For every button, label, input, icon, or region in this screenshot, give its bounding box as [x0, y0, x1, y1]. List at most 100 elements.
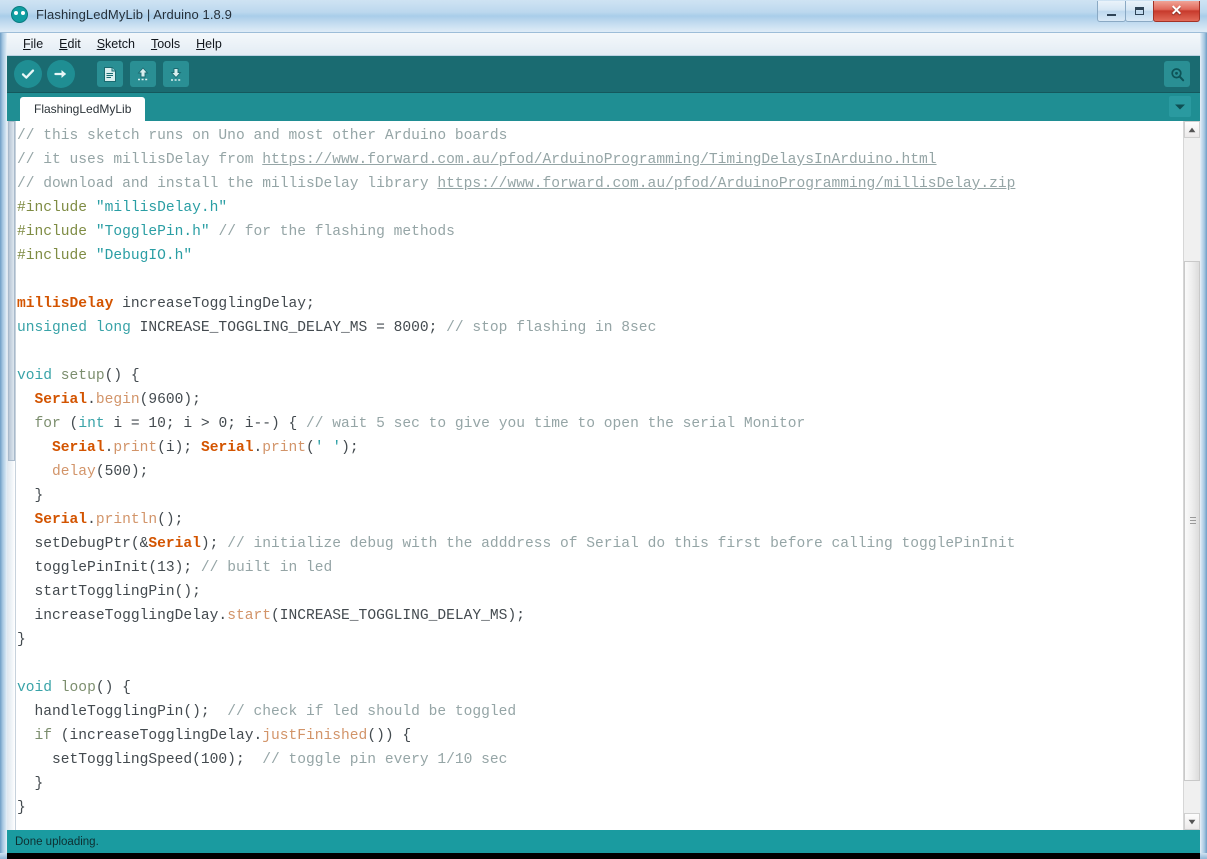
code-token: );	[341, 440, 359, 456]
code-token: // stop flashing in 8sec	[446, 320, 656, 336]
menu-bar: File Edit Sketch Tools Help	[7, 33, 1200, 56]
title-area: FlashingLedMyLib | Arduino 1.8.9	[11, 6, 232, 23]
menu-item-edit[interactable]: Edit	[51, 35, 89, 53]
toolbar-button-group	[14, 60, 189, 88]
code-line: Serial.begin(9600);	[17, 388, 1189, 412]
code-token: startTogglingPin();	[17, 584, 201, 600]
code-token[interactable]: https://www.forward.com.au/pfod/ArduinoP…	[437, 176, 1015, 192]
code-token: Serial	[35, 512, 88, 528]
magnifier-icon	[1169, 66, 1186, 83]
code-token: // download and install the millisDelay …	[17, 176, 437, 192]
code-token: print	[113, 440, 157, 456]
code-token: void	[17, 680, 52, 696]
window-border-left	[0, 0, 7, 859]
code-token: "millisDelay.h"	[96, 200, 227, 216]
code-line: if (increaseTogglingDelay.justFinished()…	[17, 724, 1189, 748]
code-line: millisDelay increaseTogglingDelay;	[17, 292, 1189, 316]
code-editor[interactable]: // this sketch runs on Uno and most othe…	[7, 121, 1200, 830]
code-token: #include	[17, 224, 87, 240]
code-token: .	[253, 440, 262, 456]
code-line: // it uses millisDelay from https://www.…	[17, 148, 1189, 172]
upload-button[interactable]	[47, 60, 75, 88]
code-token: "TogglePin.h"	[96, 224, 210, 240]
title-bar[interactable]: FlashingLedMyLib | Arduino 1.8.9 ✕	[0, 0, 1207, 33]
tab-menu-button[interactable]	[1169, 96, 1191, 117]
editor-left-gutter[interactable]	[7, 121, 16, 830]
menu-item-file[interactable]: File	[15, 35, 51, 53]
code-token: }	[17, 488, 43, 504]
code-token: millisDelay	[17, 296, 113, 312]
verify-button[interactable]	[14, 60, 42, 88]
arrow-up-icon	[135, 66, 151, 83]
code-token: increaseTogglingDelay;	[113, 296, 314, 312]
code-token: delay	[52, 464, 96, 480]
code-token: Serial	[201, 440, 254, 456]
save-sketch-button[interactable]	[163, 61, 189, 87]
open-sketch-button[interactable]	[130, 61, 156, 87]
menu-item-sketch[interactable]: Sketch	[89, 35, 143, 53]
scroll-down-button[interactable]	[1184, 813, 1200, 830]
minimize-button[interactable]	[1097, 1, 1126, 22]
code-token[interactable]: https://www.forward.com.au/pfod/ArduinoP…	[262, 152, 936, 168]
code-token: INCREASE_TOGGLING_DELAY_MS = 8000;	[131, 320, 446, 336]
code-token: setTogglingSpeed(100);	[17, 752, 262, 768]
code-line	[17, 268, 1189, 292]
tab-label: FlashingLedMyLib	[34, 102, 131, 116]
code-token: // wait 5 sec to give you time to open t…	[306, 416, 805, 432]
code-token	[52, 680, 61, 696]
new-file-icon	[102, 66, 118, 83]
code-line: increaseTogglingDelay.start(INCREASE_TOG…	[17, 604, 1189, 628]
code-line: togglePinInit(13); // built in led	[17, 556, 1189, 580]
code-token: println	[96, 512, 157, 528]
code-token: (i);	[157, 440, 201, 456]
close-button[interactable]: ✕	[1153, 1, 1200, 22]
code-token: ' '	[315, 440, 341, 456]
code-token: unsigned	[17, 320, 87, 336]
code-token: // toggle pin every 1/10 sec	[262, 752, 507, 768]
code-token: loop	[61, 680, 96, 696]
code-token: }	[17, 800, 26, 816]
code-token: "DebugIO.h"	[96, 248, 192, 264]
code-token: (9600);	[140, 392, 201, 408]
code-token: () {	[96, 680, 131, 696]
code-token: (INCREASE_TOGGLING_DELAY_MS);	[271, 608, 525, 624]
code-token: ()) {	[367, 728, 411, 744]
code-token	[17, 416, 35, 432]
code-token: if	[35, 728, 53, 744]
toolbar	[7, 56, 1200, 93]
code-token	[52, 368, 61, 384]
code-token: increaseTogglingDelay.	[17, 608, 227, 624]
scrollbar-thumb[interactable]	[1184, 261, 1200, 781]
code-line: #include "TogglePin.h" // for the flashi…	[17, 220, 1189, 244]
new-sketch-button[interactable]	[97, 61, 123, 87]
code-token: Serial	[35, 392, 88, 408]
code-token: Serial	[52, 440, 105, 456]
code-line: Serial.println();	[17, 508, 1189, 532]
editor-vertical-scrollbar[interactable]	[1183, 121, 1200, 830]
code-line: void setup() {	[17, 364, 1189, 388]
arduino-ide-window: FlashingLedMyLib | Arduino 1.8.9 ✕ File …	[0, 0, 1207, 859]
code-token: (increaseTogglingDelay.	[52, 728, 262, 744]
code-token: #include	[17, 200, 87, 216]
arduino-logo-icon	[11, 6, 28, 23]
scroll-up-button[interactable]	[1184, 121, 1200, 138]
code-token: // check if led should be toggled	[227, 704, 516, 720]
status-bar: Done uploading.	[7, 830, 1200, 853]
serial-monitor-button[interactable]	[1164, 61, 1190, 87]
tab-strip: FlashingLedMyLib	[7, 93, 1200, 121]
menu-item-help[interactable]: Help	[188, 35, 230, 53]
code-token: }	[17, 776, 43, 792]
close-icon: ✕	[1171, 2, 1183, 19]
code-line: }	[17, 484, 1189, 508]
tab-flashingledmylib[interactable]: FlashingLedMyLib	[20, 97, 145, 121]
code-line: #include "DebugIO.h"	[17, 244, 1189, 268]
menu-item-tools[interactable]: Tools	[143, 35, 188, 53]
code-text[interactable]: // this sketch runs on Uno and most othe…	[17, 121, 1189, 830]
arrow-down-icon	[168, 66, 184, 83]
code-line: #include "millisDelay.h"	[17, 196, 1189, 220]
left-gutter-thumb[interactable]	[8, 121, 15, 461]
code-token: long	[96, 320, 131, 336]
code-line	[17, 340, 1189, 364]
maximize-button[interactable]	[1125, 1, 1154, 22]
code-token: // initialize debug with the adddress of…	[227, 536, 1015, 552]
